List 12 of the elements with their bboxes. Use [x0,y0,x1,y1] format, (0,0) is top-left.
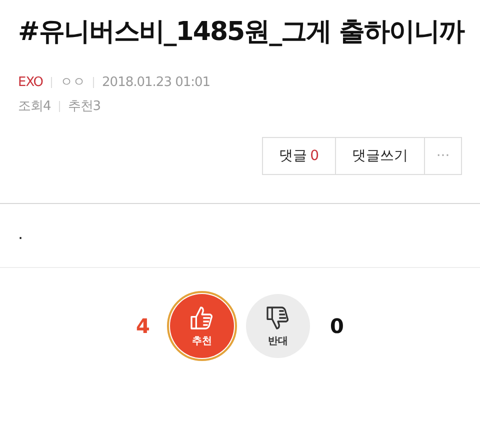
category-link[interactable]: EXO [18,74,44,90]
post-body: . [17,223,24,243]
meta-text: 2018.01.23 01:01 [102,74,210,90]
upvote-count: 4 [135,314,151,338]
meta-text: ㅇㅇ [60,74,86,91]
downvote-count: 0 [329,314,345,338]
downvote-button[interactable]: 반대 [246,294,310,358]
stat-text: 조회4 [18,98,51,115]
upvote-button[interactable]: 추천 [170,294,234,358]
stat-text: 추천3 [68,98,101,115]
write-comment-button[interactable]: 댓글쓰기 [335,137,425,175]
comments-button[interactable]: 댓글 0 [262,137,336,175]
